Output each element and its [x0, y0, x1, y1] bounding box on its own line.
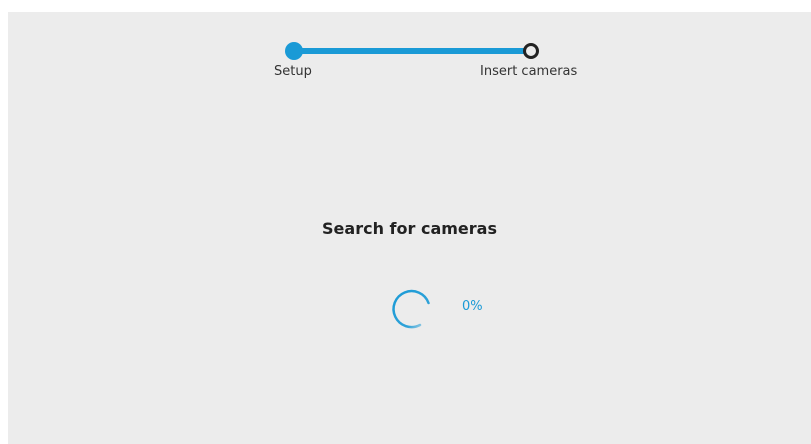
- loading-spinner-icon: [392, 289, 430, 329]
- step-current-indicator: [523, 43, 539, 59]
- wizard-panel: Setup Insert cameras Search for cameras …: [8, 12, 811, 444]
- search-progress-percent: 0%: [462, 299, 483, 314]
- step-label-insert-cameras: Insert cameras: [480, 64, 578, 79]
- stepper-track: [294, 48, 532, 54]
- step-label-setup: Setup: [274, 64, 312, 79]
- step-completed-indicator: [285, 42, 303, 60]
- search-title: Search for cameras: [322, 219, 497, 238]
- progress-stepper: Setup Insert cameras: [8, 12, 811, 92]
